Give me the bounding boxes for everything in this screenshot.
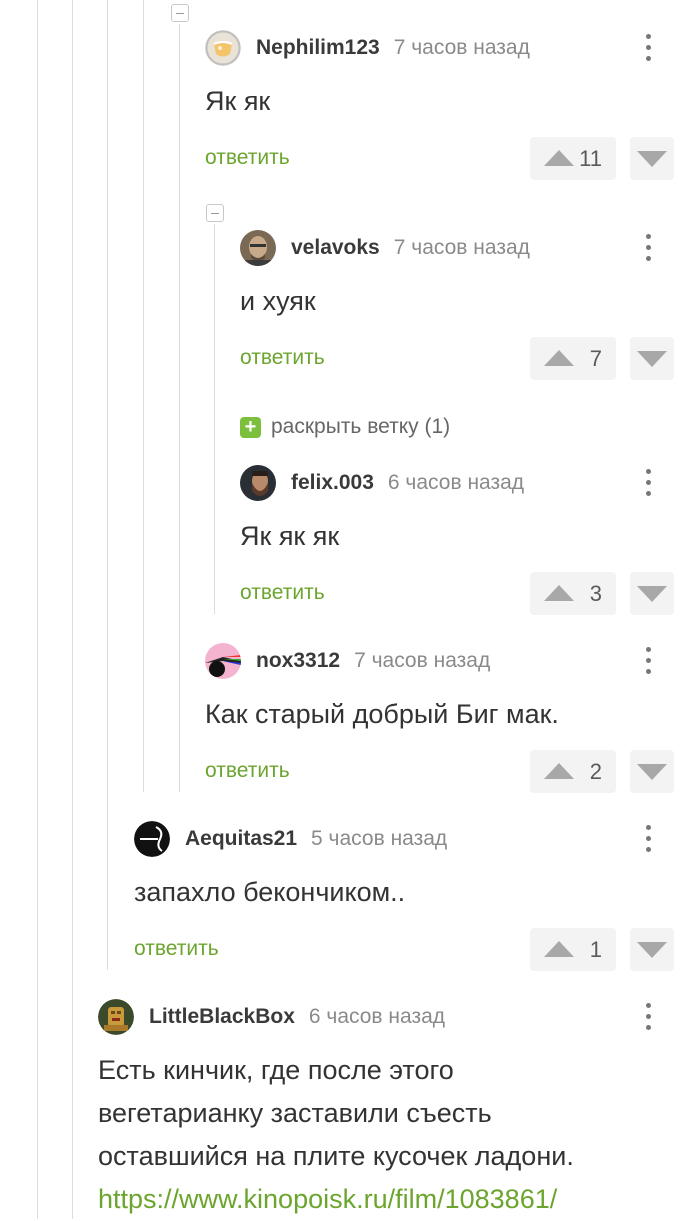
upvote-button[interactable]: 11: [530, 137, 616, 180]
arrow-up-icon: [544, 585, 574, 601]
avatar[interactable]: [240, 230, 276, 266]
upvote-button[interactable]: 3: [530, 572, 616, 615]
avatar[interactable]: [240, 465, 276, 501]
wine-glass-icon: [205, 30, 241, 66]
reply-button[interactable]: ответить: [205, 759, 290, 783]
comment-link[interactable]: https://www.kinopoisk.ru/film/1083861/: [98, 1178, 574, 1221]
comment-rating: 2: [589, 759, 602, 784]
avatar[interactable]: [98, 999, 134, 1035]
upvote-button[interactable]: 1: [530, 928, 616, 971]
more-options-icon[interactable]: [630, 465, 666, 501]
comment-author[interactable]: velavoks: [291, 236, 380, 260]
comment-rating: 7: [589, 346, 602, 371]
more-options-icon[interactable]: [630, 30, 666, 66]
reply-button[interactable]: ответить: [134, 937, 219, 961]
comment-time[interactable]: 5 часов назад: [311, 827, 447, 851]
comment-text: запахло бекончиком..: [134, 877, 406, 907]
upvote-button[interactable]: 7: [530, 337, 616, 380]
comment-rating: 3: [589, 581, 602, 606]
reply-button[interactable]: ответить: [205, 146, 290, 170]
bald-man-icon: [240, 230, 276, 266]
downvote-button[interactable]: [630, 750, 674, 793]
comment: LittleBlackBox 6 часов назад Есть кинчик…: [98, 999, 700, 1219]
thread-line: [179, 24, 180, 792]
comment-author[interactable]: Nephilim123: [256, 36, 380, 60]
reply-button[interactable]: ответить: [240, 581, 325, 605]
thread-line: [214, 224, 215, 614]
comment-text: Как старый добрый Биг мак.: [205, 699, 559, 729]
comment-time[interactable]: 6 часов назад: [309, 1005, 445, 1029]
thread-line: [143, 0, 144, 792]
arrow-up-icon: [544, 763, 574, 779]
upvote-button[interactable]: 2: [530, 750, 616, 793]
avatar[interactable]: [134, 821, 170, 857]
collapse-thread-button[interactable]: [206, 204, 224, 222]
golden-idol-icon: [98, 999, 134, 1035]
comment-time[interactable]: 6 часов назад: [388, 471, 524, 495]
comment-rating: 1: [589, 937, 602, 962]
more-options-icon[interactable]: [630, 230, 666, 266]
downvote-button[interactable]: [630, 572, 674, 615]
comment-time[interactable]: 7 часов назад: [394, 236, 530, 260]
expand-branch-label: раскрыть ветку (1): [271, 415, 451, 438]
expand-branch-button[interactable]: + раскрыть ветку (1): [240, 414, 450, 440]
comment-author[interactable]: felix.003: [291, 471, 374, 495]
arrow-up-icon: [544, 350, 574, 366]
reply-button[interactable]: ответить: [240, 346, 325, 370]
comment: felix.003 6 часов назад Як як як ответит…: [240, 465, 700, 617]
comment-text: Як як як: [240, 521, 340, 551]
more-options-icon[interactable]: [630, 643, 666, 679]
comment-text: Есть кинчик, где после этого вегетарианк…: [98, 1049, 574, 1221]
thread-line: [37, 0, 38, 1219]
comment: Aequitas21 5 часов назад запахло бекончи…: [134, 821, 700, 973]
collapse-thread-button[interactable]: [171, 4, 189, 22]
comment: nox3312 7 часов назад Как старый добрый …: [205, 643, 700, 795]
more-options-icon[interactable]: [630, 999, 666, 1035]
comment-time[interactable]: 7 часов назад: [354, 649, 490, 673]
comment-author[interactable]: LittleBlackBox: [149, 1005, 295, 1029]
avatar[interactable]: [205, 643, 241, 679]
comment-text-line: оставшийся на плите кусочек ладони.: [98, 1141, 574, 1171]
comment-text: и хуяк: [240, 286, 316, 316]
arrow-up-icon: [544, 941, 574, 957]
avatar[interactable]: [205, 30, 241, 66]
more-options-icon[interactable]: [630, 821, 666, 857]
comment-text: Як як: [205, 86, 271, 116]
comment-text-line: вегетарианку заставили съесть: [98, 1098, 492, 1128]
downvote-button[interactable]: [630, 928, 674, 971]
comment: Nephilim123 7 часов назад Як як ответить…: [205, 30, 700, 182]
comment-time[interactable]: 7 часов назад: [394, 36, 530, 60]
comment-author[interactable]: Aequitas21: [185, 827, 297, 851]
thread-line: [107, 0, 108, 970]
comment-rating: 11: [579, 146, 602, 171]
downvote-button[interactable]: [630, 137, 674, 180]
thread-line: [72, 0, 73, 1219]
comment: velavoks 7 часов назад и хуяк ответить 7: [240, 230, 700, 382]
comment-author[interactable]: nox3312: [256, 649, 340, 673]
arrow-up-icon: [544, 150, 574, 166]
aequitas-logo-icon: [134, 821, 170, 857]
plus-icon: +: [240, 416, 261, 438]
downvote-button[interactable]: [630, 337, 674, 380]
prism-icon: [205, 643, 241, 679]
comment-text-line: Есть кинчик, где после этого: [98, 1055, 454, 1085]
bearded-man-icon: [240, 465, 276, 501]
